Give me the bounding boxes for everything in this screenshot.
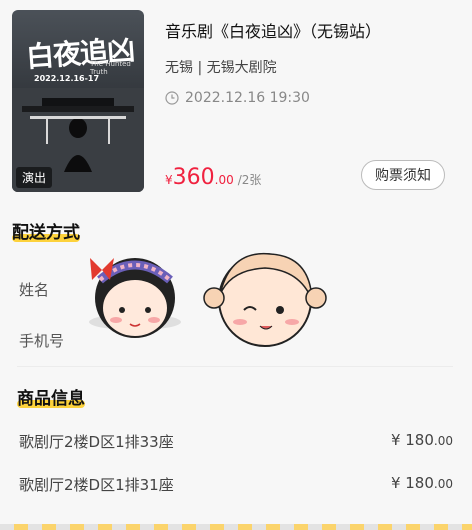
event-title: 音乐剧《白夜追凶》（无锡站） [165, 22, 382, 41]
goods-section-title: 商品信息 [17, 384, 85, 409]
ticket-seat: 歌剧厅2楼D区1排31座 [19, 476, 174, 494]
event-venue: 无锡 | 无锡大剧院 [165, 60, 277, 76]
goods-title-text: 商品信息 [17, 389, 85, 409]
ticket-seat: 歌剧厅2楼D区1排33座 [19, 433, 174, 451]
ticket-quantity: /2张 [237, 173, 262, 187]
delivery-section-title: 配送方式 [12, 218, 80, 243]
ticket-price: ¥ 180.00 [391, 431, 453, 449]
section-divider [17, 366, 453, 367]
price-decimal: .00 [214, 173, 234, 187]
event-card: 白夜追凶 The Hunted Truth 2022.12.16-17 演出 音… [0, 0, 472, 205]
clock-icon [165, 91, 179, 105]
purchase-notice-button[interactable]: 购票须知 [361, 160, 445, 190]
price-integer: 360 [172, 165, 215, 190]
name-label: 姓名 [19, 281, 50, 299]
event-datetime: 2022.12.16 19:30 [165, 90, 310, 106]
event-price: ¥360.00/2张 [165, 165, 261, 190]
event-datetime-text: 2022.12.16 19:30 [185, 90, 310, 106]
event-poster[interactable]: 白夜追凶 The Hunted Truth 2022.12.16-17 演出 [12, 10, 144, 192]
ticket-price-decimal: .00 [433, 477, 453, 491]
ticket-price-integer: ¥ 180 [390, 474, 434, 492]
ticket-price-decimal: .00 [433, 434, 453, 448]
phone-label: 手机号 [19, 332, 65, 350]
poster-date: 2022.12.16-17 [34, 74, 100, 83]
price-symbol: ¥ [165, 173, 173, 187]
poster-badge: 演出 [16, 167, 53, 188]
decorative-stripe [0, 524, 472, 530]
ticket-price-integer: ¥ 180 [390, 431, 434, 449]
delivery-title-text: 配送方式 [12, 223, 80, 243]
cartoon-stickers [89, 252, 327, 347]
ticket-price: ¥ 180.00 [391, 474, 453, 492]
